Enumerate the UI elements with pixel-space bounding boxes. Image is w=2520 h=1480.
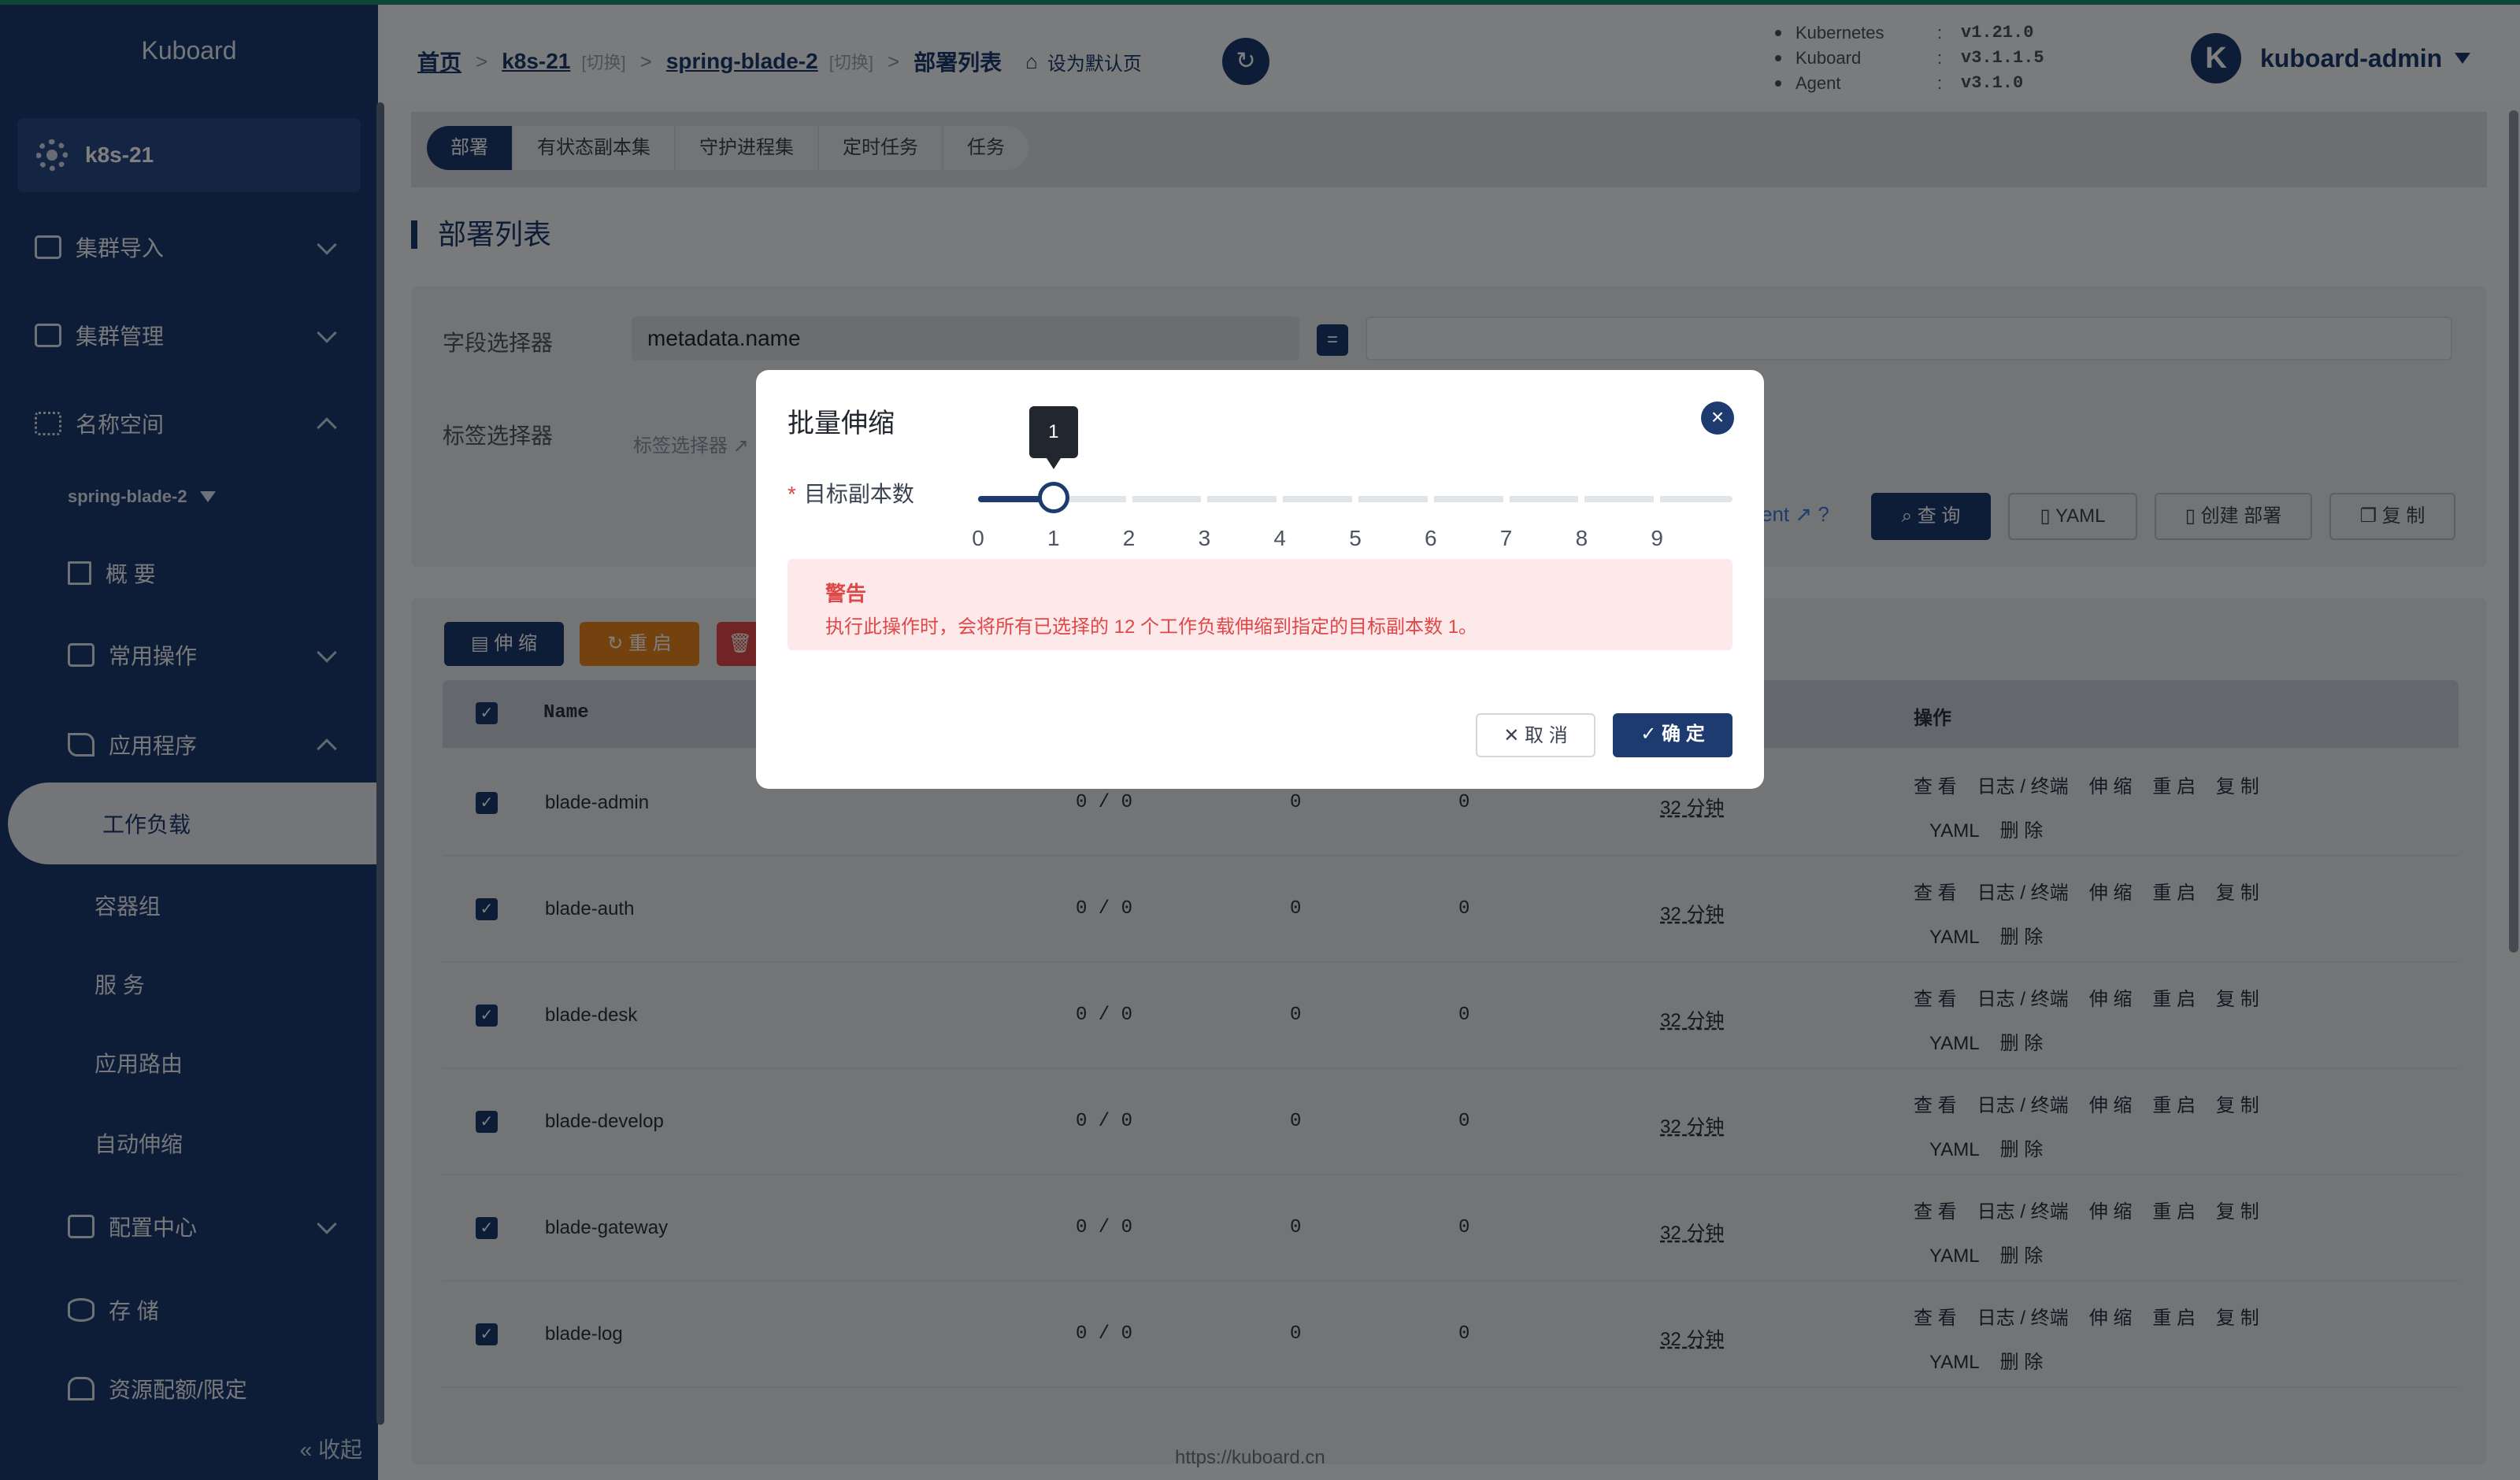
- slider-mark: 0: [972, 526, 984, 550]
- warning-alert: 警告 执行此操作时，会将所有已选择的 12 个工作负载伸缩到指定的目标副本数 1…: [788, 559, 1732, 650]
- cancel-label: 取 消: [1525, 725, 1568, 746]
- slider-mark: 8: [1575, 526, 1588, 550]
- slider-stop: [1503, 496, 1510, 502]
- confirm-button[interactable]: ✓ 确 定: [1613, 713, 1732, 757]
- cancel-button[interactable]: ✕ 取 消: [1476, 713, 1595, 757]
- confirm-label: 确 定: [1662, 723, 1705, 745]
- slider-stop: [1125, 496, 1132, 502]
- replicas-slider[interactable]: 1: [978, 406, 1732, 513]
- slider-mark: 4: [1273, 526, 1286, 550]
- slider-tooltip: 1: [1028, 406, 1078, 469]
- close-icon[interactable]: ×: [1701, 401, 1734, 435]
- slider-mark: 1: [1047, 526, 1060, 550]
- slider-stop: [1201, 496, 1208, 502]
- slider-handle[interactable]: [1037, 482, 1069, 513]
- slider-mark: 3: [1198, 526, 1211, 550]
- slider-stop: [1352, 496, 1358, 502]
- warning-text: 执行此操作时，会将所有已选择的 12 个工作负载伸缩到指定的目标副本数 1。: [825, 616, 1478, 638]
- warning-title: 警告: [825, 582, 867, 605]
- slider-mark: 2: [1122, 526, 1136, 550]
- slider-mark: 5: [1349, 526, 1362, 550]
- slider-mark: 7: [1499, 526, 1513, 550]
- slider-mark: 9: [1651, 526, 1663, 550]
- dialog-title: 批量伸缩: [788, 409, 895, 438]
- batch-scale-dialog: 批量伸缩 × * 目标副本数 1 0 1 2 3 4 5 6 7 8 9 警告 执行此操作时，会将所…: [756, 370, 1764, 789]
- slider-stop: [1427, 496, 1434, 502]
- slider-marks: 0 1 2 3 4 5 6 7 8 9: [972, 526, 1732, 557]
- check-icon: ✓: [1640, 723, 1662, 745]
- close-icon: ✕: [1503, 725, 1525, 746]
- required-mark: *: [788, 482, 796, 506]
- slider-stop: [1578, 496, 1585, 502]
- slider-stop: [1654, 496, 1661, 502]
- slider-mark: 6: [1425, 526, 1437, 550]
- replicas-label: * 目标副本数: [788, 477, 914, 509]
- replicas-label-text: 目标副本数: [803, 482, 914, 506]
- slider-stop: [1277, 496, 1284, 502]
